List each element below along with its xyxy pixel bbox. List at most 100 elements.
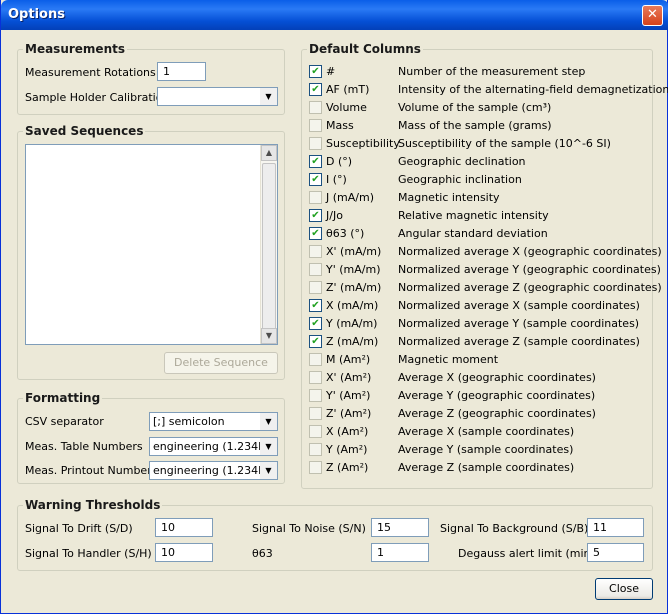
signal-to-handler-input[interactable]: 10 (155, 543, 213, 562)
column-checkbox[interactable]: ✔ (309, 83, 322, 96)
column-checkbox[interactable] (309, 407, 322, 420)
column-description: Mass of the sample (grams) (398, 119, 552, 132)
column-checkbox[interactable]: ✔ (309, 317, 322, 330)
close-button[interactable]: Close (595, 578, 653, 600)
column-checkbox[interactable]: ✔ (309, 335, 322, 348)
column-description: Normalized average X (sample coordinates… (398, 299, 640, 312)
column-description: Geographic declination (398, 155, 526, 168)
column-row[interactable]: M (Am²) Magnetic moment (309, 351, 654, 369)
saved-sequences-scrollbar[interactable]: ▲ ▼ (260, 145, 277, 344)
column-checkbox[interactable] (309, 101, 322, 114)
column-row[interactable]: Mass Mass of the sample (grams) (309, 117, 654, 135)
column-row[interactable]: X' (mA/m) Normalized average X (geographi… (309, 243, 662, 261)
column-description: Relative magnetic intensity (398, 209, 549, 222)
column-name: X' (mA/m) (326, 245, 382, 258)
sample-holder-calibration-select[interactable]: ▼ (157, 87, 278, 106)
column-name: Y' (mA/m) (326, 263, 381, 276)
column-row[interactable]: Susceptibility Susceptibility of the samp… (309, 135, 654, 153)
column-checkbox[interactable] (309, 425, 322, 438)
column-row[interactable]: ✔ θ63 (°) Angular standard deviation (309, 225, 654, 243)
signal-to-background-input[interactable]: 11 (587, 518, 644, 537)
scroll-up-icon[interactable]: ▲ (261, 145, 277, 161)
column-row[interactable]: ✔ AF (mT) Intensity of the alternating-fie… (309, 81, 668, 99)
column-name: J (mA/m) (326, 191, 374, 204)
column-name: Volume (326, 101, 367, 114)
column-description: Intensity of the alternating-field demag… (398, 83, 668, 96)
delete-sequence-button[interactable]: Delete Sequence (164, 352, 278, 374)
window-close-button[interactable]: ✕ (642, 5, 663, 26)
column-row[interactable]: Z' (mA/m) Normalized average Z (geographi… (309, 279, 662, 297)
column-row[interactable]: ✔ D (°) Geographic declination (309, 153, 654, 171)
degauss-alert-input[interactable]: 5 (587, 543, 644, 562)
column-checkbox[interactable]: ✔ (309, 155, 322, 168)
column-checkbox[interactable] (309, 461, 322, 474)
column-description: Normalized average Z (geographic coordin… (398, 281, 662, 294)
column-row[interactable]: Volume Volume of the sample (cm³) (309, 99, 654, 117)
column-row[interactable]: Y' (mA/m) Normalized average Y (geographi… (309, 261, 661, 279)
table-numbers-select[interactable]: engineering (1.234E1) ▼ (149, 437, 278, 456)
column-name: Mass (326, 119, 354, 132)
column-checkbox[interactable]: ✔ (309, 65, 322, 78)
column-row[interactable]: ✔ # Number of the measurement step (309, 63, 654, 81)
csv-separator-select[interactable]: [;] semicolon ▼ (149, 412, 278, 431)
options-window: Options ✕ Measurements Measurement Rotat… (0, 0, 668, 614)
column-description: Average Z (geographic coordinates) (398, 407, 596, 420)
column-row[interactable]: ✔ Z (mA/m) Normalized average Z (sample co… (309, 333, 654, 351)
column-description: Normalized average Y (geographic coordin… (398, 263, 661, 276)
printout-numbers-select[interactable]: engineering (1.234E1) ▼ (149, 461, 278, 480)
signal-to-handler-label: Signal To Handler (S/H) (25, 547, 152, 560)
saved-sequences-list[interactable]: ▲ ▼ (25, 144, 278, 345)
title-bar[interactable]: Options ✕ (1, 0, 668, 30)
measurement-rotations-input[interactable]: 1 (157, 62, 206, 81)
column-name: X' (Am²) (326, 371, 372, 384)
column-row[interactable]: Z' (Am²) Average Z (geographic coordinate… (309, 405, 654, 423)
column-checkbox[interactable]: ✔ (309, 173, 322, 186)
column-description: Normalized average X (geographic coordin… (398, 245, 662, 258)
column-name: X (Am²) (326, 425, 369, 438)
column-checkbox[interactable] (309, 119, 322, 132)
signal-to-drift-input[interactable]: 10 (155, 518, 213, 537)
column-checkbox[interactable]: ✔ (309, 209, 322, 222)
column-row[interactable]: ✔ Y (mA/m) Normalized average Y (sample co… (309, 315, 654, 333)
table-numbers-label: Meas. Table Numbers (25, 440, 143, 453)
column-checkbox[interactable] (309, 137, 322, 150)
csv-separator-value: [;] semicolon (153, 415, 225, 428)
column-row[interactable]: ✔ J/Jo Relative magnetic intensity (309, 207, 654, 225)
formatting-group-title: Formatting (23, 391, 103, 405)
column-row[interactable]: Z (Am²) Average Z (sample coordinates) (309, 459, 654, 477)
scroll-down-icon[interactable]: ▼ (261, 328, 277, 344)
column-checkbox[interactable] (309, 281, 322, 294)
column-checkbox[interactable] (309, 353, 322, 366)
column-checkbox[interactable] (309, 191, 322, 204)
column-name: Susceptibility (326, 137, 400, 150)
column-checkbox[interactable]: ✔ (309, 299, 322, 312)
chevron-down-icon: ▼ (260, 413, 277, 430)
column-row[interactable]: J (mA/m) Magnetic intensity (309, 189, 654, 207)
column-row[interactable]: X' (Am²) Average X (geographic coordinate… (309, 369, 654, 387)
column-checkbox[interactable] (309, 371, 322, 384)
column-name: M (Am²) (326, 353, 371, 366)
chevron-down-icon: ▼ (260, 438, 277, 455)
column-name: D (°) (326, 155, 353, 168)
column-checkbox[interactable] (309, 389, 322, 402)
signal-to-noise-input[interactable]: 15 (371, 518, 429, 537)
printout-numbers-value: engineering (1.234E1) (153, 464, 277, 477)
column-checkbox[interactable] (309, 443, 322, 456)
column-checkbox[interactable] (309, 263, 322, 276)
column-row[interactable]: ✔ X (mA/m) Normalized average X (sample co… (309, 297, 654, 315)
scroll-thumb[interactable] (262, 163, 276, 337)
column-description: Magnetic moment (398, 353, 499, 366)
signal-to-drift-label: Signal To Drift (S/D) (25, 522, 133, 535)
column-checkbox[interactable] (309, 245, 322, 258)
column-name: θ63 (°) (326, 227, 365, 240)
theta63-input[interactable]: 1 (371, 543, 429, 562)
column-description: Average X (geographic coordinates) (398, 371, 596, 384)
column-row[interactable]: ✔ I (°) Geographic inclination (309, 171, 654, 189)
column-row[interactable]: Y' (Am²) Average Y (geographic coordinate… (309, 387, 654, 405)
column-description: Volume of the sample (cm³) (398, 101, 552, 114)
measurements-group-title: Measurements (23, 42, 127, 56)
column-row[interactable]: Y (Am²) Average Y (sample coordinates) (309, 441, 654, 459)
column-checkbox[interactable]: ✔ (309, 227, 322, 240)
column-name: AF (mT) (326, 83, 370, 96)
column-row[interactable]: X (Am²) Average X (sample coordinates) (309, 423, 654, 441)
